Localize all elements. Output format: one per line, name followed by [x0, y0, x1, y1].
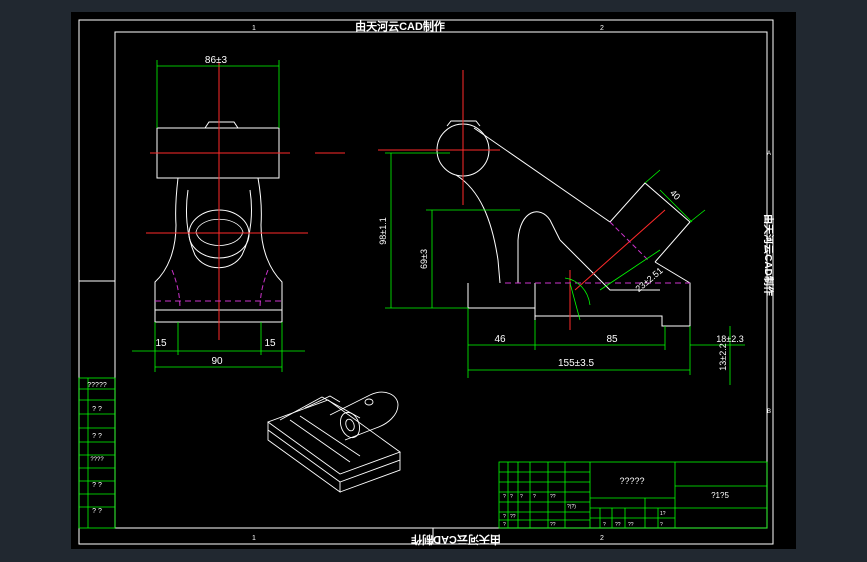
drawing-sheet: 1 2 1 2 A B 由天河云CAD制作 由天河云CAD制作 由天河云CAD制… — [71, 12, 796, 549]
dim-total: 155±3.5 — [558, 358, 595, 369]
front-view — [146, 62, 345, 340]
tb-cell-13: ?? — [615, 522, 621, 528]
zone-bottom-left: 1 — [252, 535, 256, 542]
tb-cell-9: ?? — [550, 522, 556, 528]
title-block-part-name: ????? — [619, 476, 644, 486]
tb-cell-5: ?? — [550, 494, 556, 500]
tb-cell-15: ?? — [628, 522, 634, 528]
left-table-row-2: ? ? — [92, 406, 102, 413]
dim-right-width: 18±2.3 — [716, 334, 743, 344]
tb-cell-1: ? — [503, 494, 506, 500]
left-table-row-3: ? ? — [92, 433, 102, 440]
dim-right-15: 15 — [264, 338, 276, 349]
side-view-dimensions — [385, 152, 745, 385]
isometric-view — [267, 391, 401, 493]
dim-bottom-width: 90 — [211, 356, 223, 367]
dim-right-height: 13±2.2 — [718, 343, 728, 370]
title-bottom: 由天河云CAD制作 — [411, 533, 501, 547]
left-table-row-4: ???? — [90, 457, 104, 463]
dim-85: 85 — [606, 334, 618, 345]
zone-right-b: B — [767, 409, 771, 415]
tb-cell-11: 1? — [660, 511, 666, 517]
zone-top-right: 2 — [600, 25, 604, 32]
dim-left-15: 15 — [155, 338, 167, 349]
title-top: 由天河云CAD制作 — [355, 19, 445, 33]
tb-cell-14: ? — [660, 522, 663, 528]
tb-cell-8: ?? — [510, 514, 516, 520]
tb-cell-2: ? — [510, 494, 513, 500]
tb-cell-4: ? — [533, 494, 536, 500]
left-side-table — [78, 377, 116, 529]
title-side: 由天河云CAD制作 — [762, 214, 775, 296]
left-table-row-1: ????? — [87, 382, 107, 389]
tb-cell-6: ?(?) — [567, 504, 576, 510]
title-block-drawing-no: ?1?5 — [711, 491, 729, 500]
tb-cell-3: ? — [520, 494, 523, 500]
left-table-row-5: ? ? — [92, 482, 102, 489]
dim-top-width: 86±3 — [205, 55, 228, 66]
dim-height-small: 69±3 — [419, 249, 429, 269]
dim-height-large: 98±1.1 — [378, 217, 388, 244]
dim-46: 46 — [494, 334, 506, 345]
zone-right-a: A — [767, 151, 771, 157]
zone-top-left: 1 — [252, 25, 256, 32]
tb-cell-7: ? — [503, 514, 506, 520]
tb-cell-12: ? — [603, 522, 606, 528]
left-table-row-6: ? ? — [92, 508, 102, 515]
zone-bottom-right: 2 — [600, 535, 604, 542]
tb-cell-10: ? — [503, 522, 506, 528]
sheet-borders — [78, 19, 774, 545]
